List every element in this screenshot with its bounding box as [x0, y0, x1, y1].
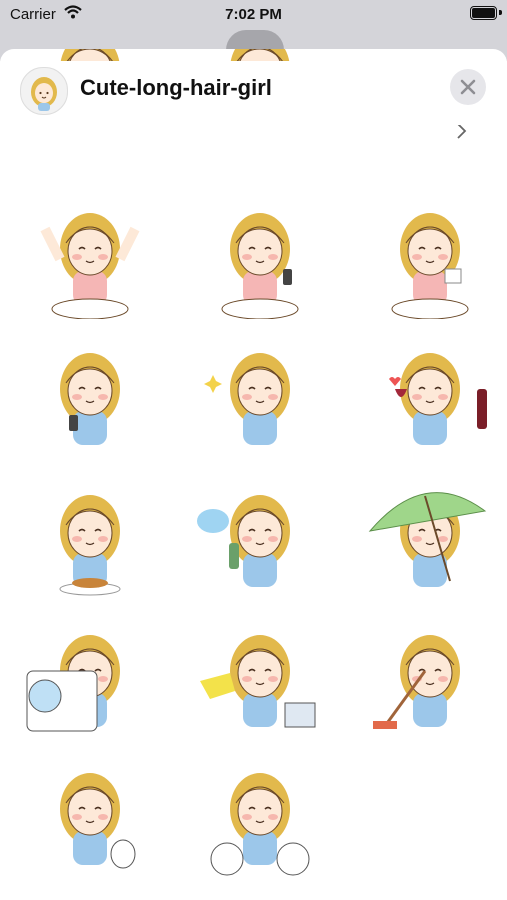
battery-tip — [499, 10, 502, 15]
sticker-two-trash-bags[interactable] — [195, 749, 325, 879]
sticker-grid — [0, 49, 507, 900]
status-bar: Carrier 7:02 PM — [0, 0, 507, 30]
sticker-trash-bag[interactable] — [25, 749, 155, 879]
close-button[interactable] — [450, 69, 486, 105]
sticker-sheet: Cute-long-hair-girl — [0, 49, 507, 900]
sticker-wine[interactable] — [365, 329, 495, 459]
girl-sticker-icon[interactable] — [20, 67, 68, 115]
page-title: Cute-long-hair-girl — [80, 75, 272, 100]
clock: 7:02 PM — [225, 6, 282, 23]
close-icon — [460, 79, 476, 95]
sticker-praying[interactable] — [195, 329, 325, 459]
sticker-eating-pancakes[interactable] — [25, 471, 155, 601]
sticker-yawn-phone[interactable] — [195, 189, 325, 319]
sticker-phone-call[interactable] — [25, 329, 155, 459]
sticker-stretch-wakeup[interactable] — [25, 189, 155, 319]
sticker-spray[interactable] — [195, 471, 325, 601]
battery-icon — [470, 6, 497, 20]
sticker-umbrella-rain[interactable] — [365, 471, 495, 601]
sticker-folding-clothes[interactable] — [195, 611, 325, 741]
sticker-sleepy-tissue[interactable] — [365, 189, 495, 319]
sticker-laundry[interactable] — [25, 611, 155, 741]
sheet-header: Cute-long-hair-girl — [0, 61, 507, 125]
sticker-mopping[interactable] — [365, 611, 495, 741]
